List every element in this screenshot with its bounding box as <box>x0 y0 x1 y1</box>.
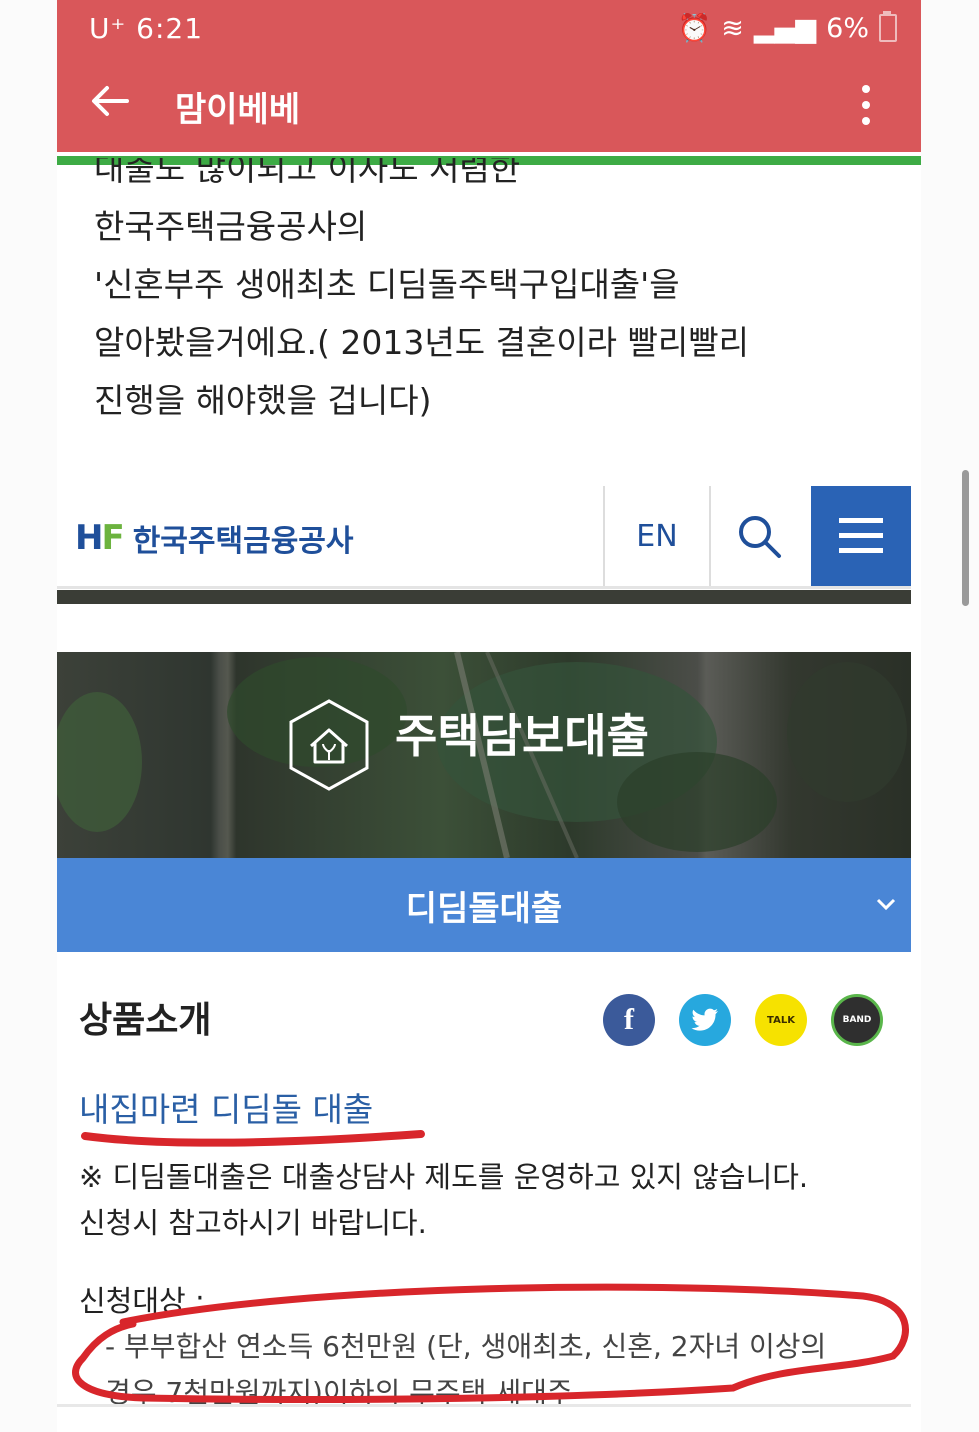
embedded-screenshot: HF 한국주택금융공사 EN 주택담보대출 디딤돌대출 상품소개 f TALK … <box>57 486 911 1406</box>
search-button[interactable] <box>709 486 809 586</box>
hf-logo[interactable]: HF 한국주택금융공사 <box>75 516 354 560</box>
hero-banner: 주택담보대출 <box>57 652 911 858</box>
embedded-screenshot-bottom-edge <box>57 1404 911 1407</box>
hf-logo-mark: HF <box>75 518 125 558</box>
article-line: 알아봤을거에요.( 2013년도 결혼이라 빨리빨리 <box>94 323 749 362</box>
house-plant-icon <box>289 699 369 791</box>
hf-org-name: 한국주택금융공사 <box>132 524 354 559</box>
hamburger-icon <box>839 518 883 553</box>
status-carrier-time: U⁺ 6:21 <box>89 12 204 45</box>
page-margin-right <box>921 0 979 1432</box>
share-buttons: f TALK BAND <box>603 994 883 1046</box>
article-line: 진행을 해야했을 겁니다) <box>94 381 432 420</box>
battery-icon <box>879 11 897 42</box>
hero-top-strip <box>57 590 911 604</box>
article-line: '신혼부주 생애최초 디딤돌주택구입대출'을 <box>94 265 680 304</box>
facebook-icon[interactable]: f <box>603 994 655 1046</box>
back-arrow-icon[interactable] <box>87 78 133 124</box>
status-icons: ⏰ ≋ ▂▄▆ 6% <box>677 11 897 44</box>
alarm-icon: ⏰ <box>677 13 712 44</box>
red-circle-annotation <box>72 1283 909 1404</box>
category-dropdown[interactable]: 디딤돌대출 <box>57 858 911 952</box>
twitter-icon[interactable] <box>679 994 731 1046</box>
search-icon <box>739 516 781 558</box>
article-line: 한국주택금융공사의 <box>94 207 368 246</box>
scrollbar-thumb[interactable] <box>962 470 969 606</box>
category-label: 디딤돌대출 <box>405 888 563 929</box>
red-underline-annotation <box>81 1130 425 1147</box>
page-margin-left <box>0 0 57 1432</box>
wifi-icon: ≋ <box>721 12 744 44</box>
menu-button[interactable] <box>811 486 911 586</box>
notice-line: 신청시 참고하시기 바랍니다. <box>79 1206 427 1240</box>
signal-icon: ▂▄▆ <box>753 12 817 44</box>
notice-line: ※ 디딤돌대출은 대출상담사 제도를 운영하고 있지 않습니다. <box>79 1160 809 1194</box>
band-icon[interactable]: BAND <box>831 994 883 1046</box>
article-line: 대출도 많이되고 이자도 저렴한 <box>94 158 521 188</box>
hf-header: HF 한국주택금융공사 EN <box>57 486 911 589</box>
app-title: 맘이베베 <box>175 90 301 130</box>
product-name: 내집마련 디딤돌 대출 <box>79 1090 374 1129</box>
hero-title: 주택담보대출 <box>395 709 649 763</box>
more-vert-icon[interactable] <box>861 84 871 126</box>
article-body: 대출도 많이되고 이자도 저렴한 한국주택금융공사의 '신혼부주 생애최초 디딤… <box>94 158 914 448</box>
language-en-button[interactable]: EN <box>603 486 711 586</box>
section-title: 상품소개 <box>79 1000 212 1041</box>
chevron-down-icon <box>876 898 896 911</box>
battery-percent: 6% <box>826 12 869 44</box>
app-bar: U⁺ 6:21 ⏰ ≋ ▂▄▆ 6% 맘이베베 <box>57 0 921 152</box>
kakaotalk-icon[interactable]: TALK <box>755 994 807 1046</box>
notice-text: ※ 디딤돌대출은 대출상담사 제도를 운영하고 있지 않습니다. 신청시 참고하… <box>79 1154 899 1246</box>
